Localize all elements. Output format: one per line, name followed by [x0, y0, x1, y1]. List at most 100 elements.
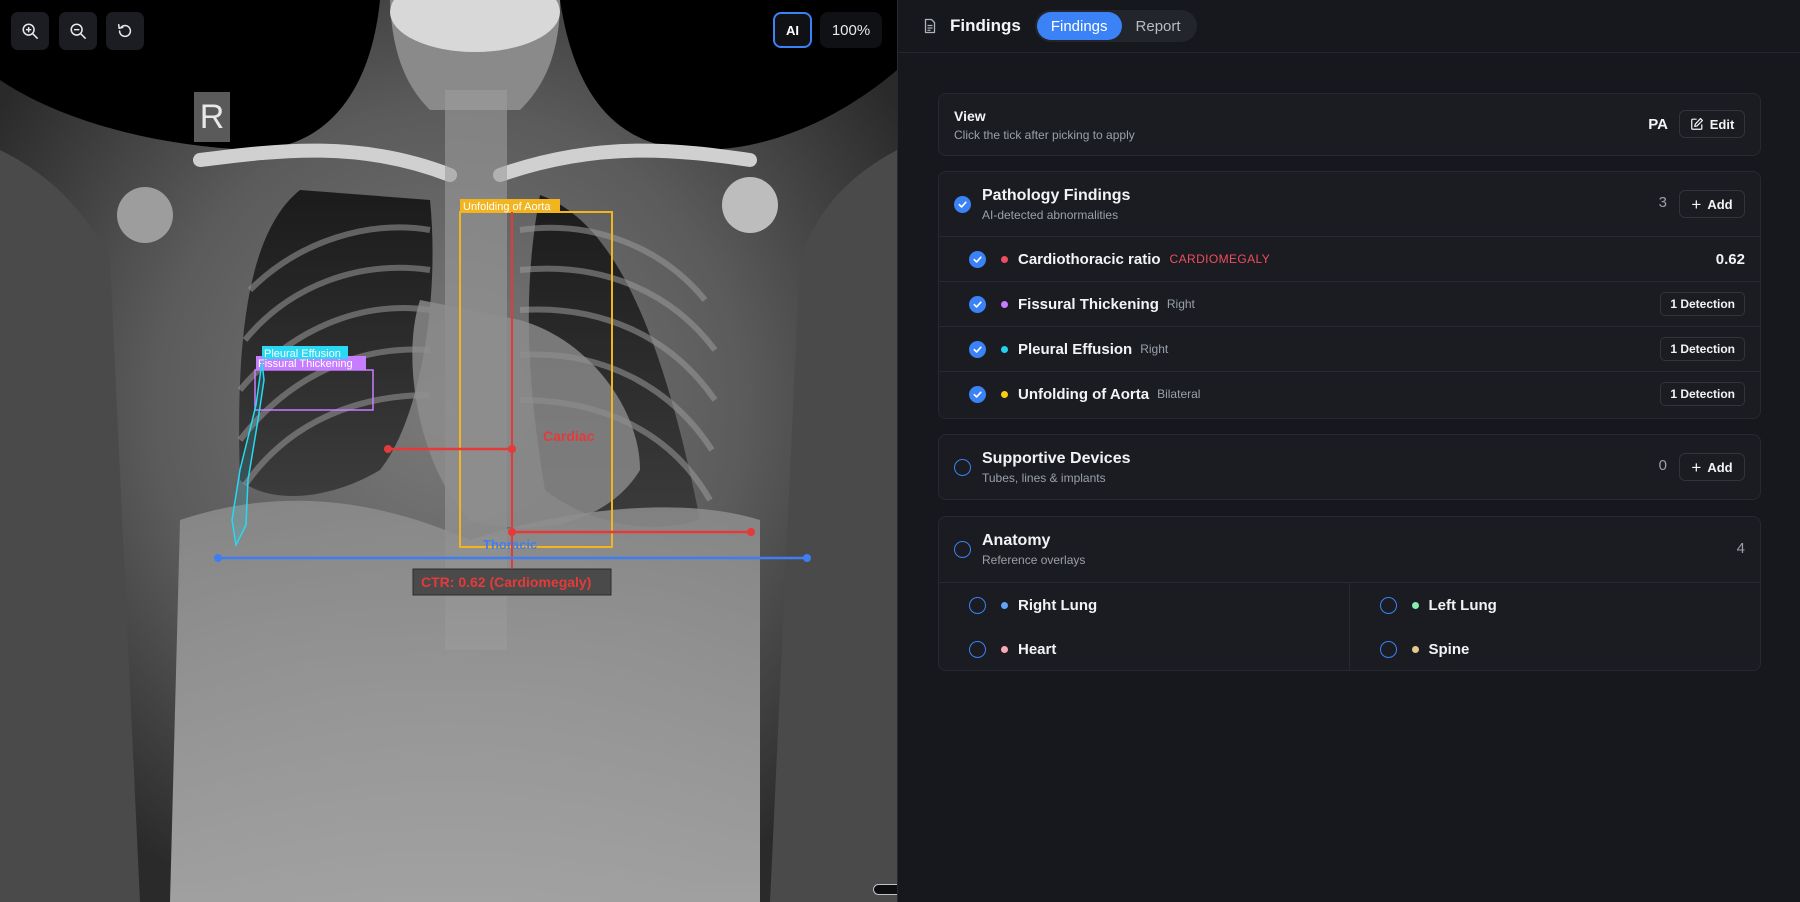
aorta-bounding-box — [459, 211, 613, 548]
thoracic-label: Thoracic — [483, 537, 537, 552]
check-icon — [973, 300, 982, 308]
anatomy-item-heart[interactable]: Heart — [939, 627, 1350, 671]
view-subtitle: Click the tick after picking to apply — [954, 128, 1135, 142]
view-value: PA — [1648, 116, 1668, 133]
finding-row-unfolding-of-aorta[interactable]: Unfolding of Aorta Bilateral 1 Detection — [939, 371, 1760, 416]
anatomy-item-left-lung[interactable]: Left Lung — [1350, 583, 1761, 627]
pathology-section-check[interactable] — [954, 195, 971, 213]
cardiomegaly-tag: CARDIOMEGALY — [1169, 252, 1271, 266]
finding-check[interactable] — [969, 340, 986, 358]
anatomy-grid: Right Lung Left Lung Heart Spine — [939, 582, 1760, 671]
zoom-in-button[interactable] — [11, 12, 49, 50]
finding-name: Cardiothoracic ratio — [1018, 250, 1161, 268]
devices-header: Supportive Devices Tubes, lines & implan… — [939, 435, 1760, 499]
check-icon — [973, 255, 982, 263]
finding-name: Pleural Effusion — [1018, 340, 1133, 358]
panel-header: Findings Findings Report — [898, 0, 1800, 53]
finding-color-dot — [1001, 300, 1008, 308]
anatomy-check[interactable] — [969, 596, 986, 614]
ai-overlay-layer: Unfolding of Aorta Fissural Thickening P… — [214, 199, 811, 596]
edit-label: Edit — [1709, 116, 1735, 132]
devices-count: 0 — [1658, 457, 1667, 474]
zoom-in-icon — [22, 23, 38, 39]
anatomy-check[interactable] — [969, 640, 986, 658]
cardiac-label: Cardiac — [543, 428, 595, 444]
anatomy-item-spine[interactable]: Spine — [1350, 627, 1761, 671]
devices-title: Supportive Devices — [982, 449, 1131, 467]
side-marker: R — [194, 92, 230, 142]
add-label: Add — [1707, 196, 1733, 212]
anatomy-check[interactable] — [1379, 596, 1397, 614]
effusion-label: Pleural Effusion — [264, 348, 341, 360]
finding-check[interactable] — [969, 295, 986, 313]
finding-color-dot — [1001, 345, 1008, 353]
document-icon — [922, 18, 938, 34]
anatomy-card: Anatomy Reference overlays 4 Right Lung … — [938, 516, 1761, 671]
finding-side: Right — [1166, 297, 1195, 311]
anatomy-header: Anatomy Reference overlays 4 — [939, 517, 1760, 582]
add-device-button[interactable]: + Add — [1679, 453, 1745, 481]
tab-findings[interactable]: Findings — [1036, 12, 1122, 40]
add-pathology-button[interactable]: + Add — [1679, 190, 1745, 218]
check-icon — [973, 345, 982, 353]
anatomy-color-dot — [1001, 645, 1008, 653]
pathology-card: Pathology Findings AI-detected abnormali… — [938, 171, 1761, 419]
reset-button[interactable] — [106, 12, 144, 50]
view-title: View — [954, 108, 986, 124]
ctr-label: CTR: 0.62 (Cardiomegaly) — [421, 574, 591, 590]
zoom-out-button[interactable] — [59, 12, 97, 50]
add-label: Add — [1707, 459, 1733, 475]
anatomy-name: Right Lung — [1018, 596, 1098, 614]
finding-check[interactable] — [969, 250, 986, 268]
ctr-value: 0.62 — [1715, 250, 1745, 268]
ai-toggle-button[interactable]: AI — [773, 12, 812, 48]
anatomy-section-check[interactable] — [954, 541, 971, 558]
finding-name: Unfolding of Aorta — [1018, 385, 1150, 403]
view-card: View Click the tick after picking to app… — [938, 93, 1761, 156]
zoom-out-icon — [70, 23, 86, 39]
finding-row-pleural-effusion[interactable]: Pleural Effusion Right 1 Detection — [939, 326, 1760, 371]
pathology-title: Pathology Findings — [982, 186, 1131, 204]
check-icon — [973, 390, 982, 398]
finding-color-dot — [1001, 255, 1008, 263]
detection-count-button[interactable]: 1 Detection — [1660, 292, 1745, 316]
pathology-header: Pathology Findings AI-detected abnormali… — [939, 172, 1760, 236]
finding-side: Bilateral — [1157, 387, 1201, 401]
finding-row-fissural-thickening[interactable]: Fissural Thickening Right 1 Detection — [939, 281, 1760, 326]
pathology-count: 3 — [1658, 194, 1667, 211]
anatomy-color-dot — [1411, 601, 1419, 609]
anatomy-name: Spine — [1428, 640, 1470, 658]
finding-color-dot — [1001, 390, 1008, 398]
finding-row-cardiothoracic-ratio[interactable]: Cardiothoracic ratio CARDIOMEGALY 0.62 — [939, 236, 1760, 281]
check-icon — [958, 200, 967, 208]
effusion-polygon — [231, 361, 265, 548]
findings-panel: Findings Findings Report View Click the … — [897, 0, 1800, 902]
finding-check[interactable] — [969, 385, 986, 403]
aorta-label: Unfolding of Aorta — [463, 201, 551, 213]
pathology-subtitle: AI-detected abnormalities — [982, 207, 1119, 222]
fissural-bounding-box — [254, 369, 374, 411]
edit-view-button[interactable]: Edit — [1679, 110, 1745, 138]
panel-resize-handle[interactable] — [873, 884, 897, 895]
devices-section-check[interactable] — [954, 458, 971, 476]
plus-icon: + — [1691, 457, 1702, 477]
anatomy-item-right-lung[interactable]: Right Lung — [939, 583, 1350, 627]
anatomy-color-dot — [1411, 645, 1419, 653]
panel-title: Findings — [950, 16, 1021, 35]
plus-icon: + — [1691, 194, 1702, 214]
tab-report[interactable]: Report — [1122, 12, 1195, 40]
zoom-level: 100% — [820, 12, 882, 48]
finding-side: Right — [1140, 342, 1169, 356]
reset-icon — [117, 23, 132, 38]
anatomy-check[interactable] — [1379, 640, 1397, 658]
finding-name: Fissural Thickening — [1018, 295, 1159, 313]
anatomy-title: Anatomy — [982, 532, 1051, 549]
detection-count-button[interactable]: 1 Detection — [1660, 382, 1745, 406]
xray-viewer[interactable]: Unfolding of Aorta Fissural Thickening P… — [0, 0, 897, 902]
tab-bar: Findings Report — [1034, 10, 1197, 42]
detection-count-button[interactable]: 1 Detection — [1660, 337, 1745, 361]
devices-subtitle: Tubes, lines & implants — [982, 470, 1106, 485]
anatomy-subtitle: Reference overlays — [982, 553, 1086, 567]
devices-card: Supportive Devices Tubes, lines & implan… — [938, 434, 1761, 500]
anatomy-count: 4 — [1736, 540, 1745, 557]
